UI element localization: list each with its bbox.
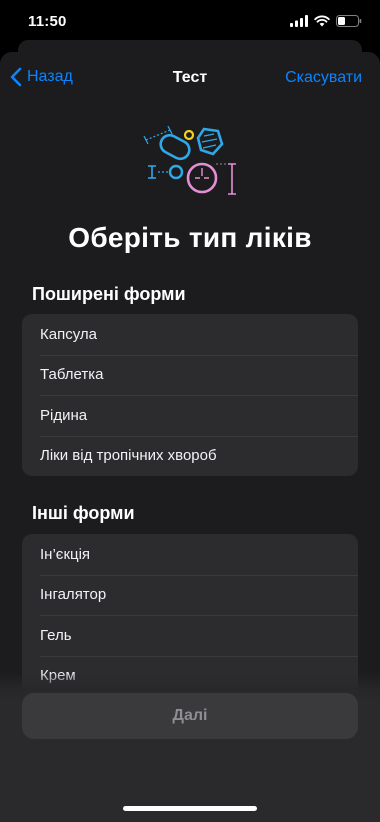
back-button[interactable]: Назад (10, 67, 73, 87)
medication-shapes-icon (143, 126, 236, 195)
list-item-injection[interactable]: Ін’єкція (22, 534, 358, 575)
status-time: 11:50 (28, 13, 67, 30)
status-bar: 11:50 (0, 0, 380, 44)
list-item-gel[interactable]: Гель (22, 615, 358, 656)
common-forms-header: Поширені форми (32, 284, 186, 304)
list-item-liquid[interactable]: Рідина (22, 395, 358, 436)
next-button[interactable]: Далі (22, 693, 358, 739)
cancel-button[interactable]: Скасувати (285, 69, 362, 87)
list-item-tablet[interactable]: Таблетка (22, 354, 358, 396)
home-indicator[interactable] (123, 806, 257, 811)
back-button-label: Назад (27, 68, 73, 85)
battery-icon (336, 15, 362, 27)
other-forms-header: Інші форми (32, 503, 135, 523)
list-item-capsule[interactable]: Капсула (22, 314, 358, 355)
cellular-signal-icon (290, 15, 308, 27)
chevron-left-icon (10, 67, 22, 87)
status-icons (290, 15, 362, 27)
wifi-icon (314, 15, 330, 27)
navigation-bar: Назад Тест Скасувати (0, 52, 380, 106)
modal-sheet: Назад Тест Скасувати Оберіть тип ліків П… (0, 52, 380, 822)
list-item-inhaler[interactable]: Інгалятор (22, 574, 358, 616)
page-title: Оберіть тип ліків (68, 222, 312, 253)
list-item-tropical-medicine[interactable]: Ліки від тропічних хвороб (22, 435, 358, 477)
common-forms-list: Капсула Таблетка Рідина Ліки від тропічн… (22, 314, 358, 476)
